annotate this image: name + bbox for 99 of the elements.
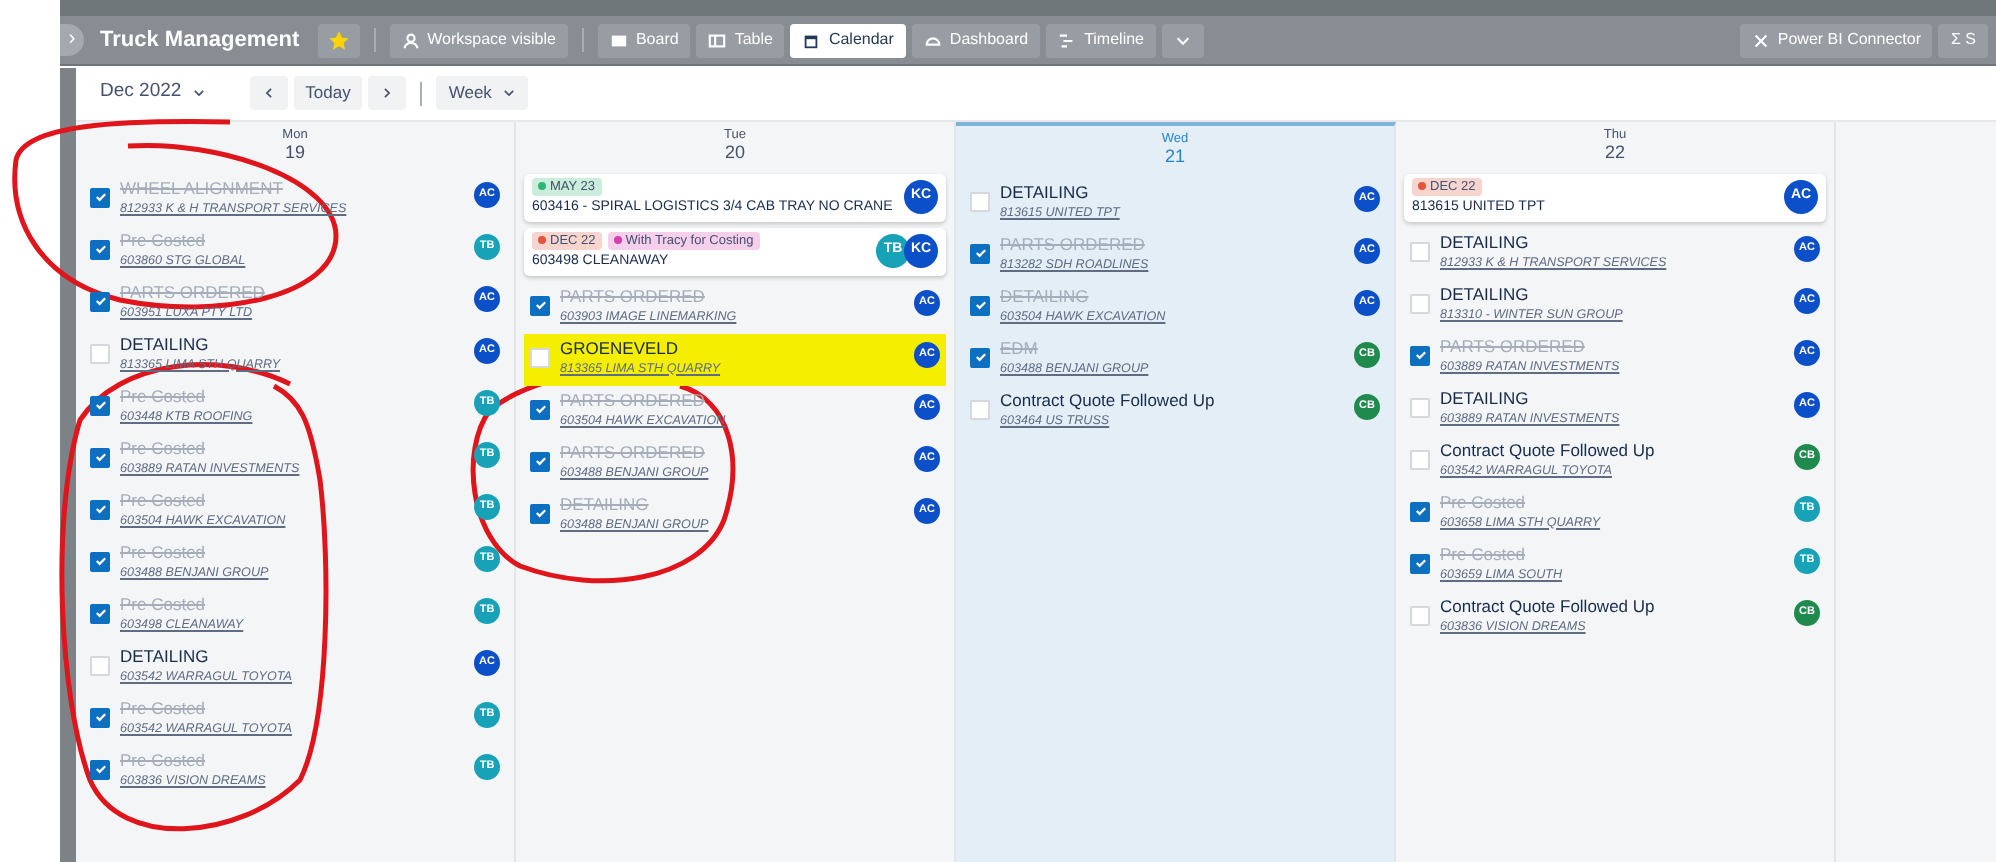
check-icon	[93, 190, 107, 205]
board-icon	[609, 31, 628, 49]
task-title: DETAILING	[560, 493, 649, 516]
view-tab[interactable]: Timeline	[1046, 23, 1156, 57]
check-icon	[533, 454, 547, 469]
chevron-right-icon	[380, 86, 395, 100]
month-dropdown[interactable]: Dec 2022	[88, 76, 218, 110]
checkbox[interactable]	[530, 295, 550, 316]
checkbox[interactable]	[1410, 501, 1430, 522]
task-title: Contract Quote Followed Up	[1440, 595, 1655, 618]
gauge-icon	[923, 31, 942, 49]
checkbox[interactable]	[90, 707, 110, 728]
checkbox[interactable]	[90, 603, 110, 624]
checkbox[interactable]	[970, 347, 990, 368]
calendar-icon	[802, 31, 821, 49]
chevron-down-icon	[501, 86, 516, 100]
board-title: Truck Management	[100, 25, 300, 56]
task-title: Pre Costed	[120, 489, 206, 512]
check-icon	[1413, 504, 1427, 519]
check-icon	[1413, 556, 1427, 571]
view-tab[interactable]: Calendar	[790, 23, 906, 57]
check-icon	[1413, 348, 1427, 363]
connector-icon	[1751, 31, 1770, 49]
task-title: PARTS ORDERED	[560, 441, 705, 464]
task-title: EDM	[1000, 337, 1038, 360]
chevron-left-icon	[261, 86, 276, 100]
date-label: 19	[284, 142, 305, 164]
task-title: Pre Costed	[1440, 543, 1526, 566]
task-title: DETAILING	[120, 333, 209, 356]
check-icon	[533, 506, 547, 521]
task-title: Pre Costed	[120, 593, 206, 616]
checkbox[interactable]	[530, 451, 550, 472]
task-title: DETAILING	[1440, 283, 1529, 306]
checkbox[interactable]	[970, 295, 990, 316]
task-title: GROENEVELD	[560, 337, 679, 360]
checkbox[interactable]	[90, 291, 110, 312]
checkbox[interactable]	[530, 399, 550, 420]
timeline-icon	[1058, 31, 1077, 49]
task-title: DETAILING	[1000, 285, 1089, 308]
view-tab[interactable]: Board	[597, 23, 691, 57]
task-title: DETAILING	[120, 645, 209, 668]
today-button[interactable]: Today	[293, 76, 363, 110]
task-title: Contract Quote Followed Up	[1000, 389, 1215, 412]
star-icon	[329, 31, 348, 49]
check-icon	[93, 554, 107, 569]
checkbox[interactable]	[90, 499, 110, 520]
checkbox[interactable]	[90, 551, 110, 572]
date-label: 21	[1164, 146, 1185, 168]
task-title: Pre Costed	[120, 697, 206, 720]
task-title: WHEEL ALIGNMENT	[120, 177, 283, 200]
check-icon	[93, 398, 107, 413]
task-title: Pre Costed	[120, 229, 206, 252]
more-views-button[interactable]	[1162, 23, 1204, 57]
workspace-visibility-button[interactable]: Workspace visible	[389, 23, 568, 57]
view-tab[interactable]: Dashboard	[911, 23, 1041, 57]
task-title: DETAILING	[1440, 231, 1529, 254]
check-icon	[93, 606, 107, 621]
task-title: PARTS ORDERED	[120, 281, 265, 304]
check-icon	[93, 502, 107, 517]
toolbar-button[interactable]: Σ S	[1938, 23, 1988, 57]
checkbox[interactable]	[970, 243, 990, 264]
table-icon	[708, 31, 727, 49]
checkbox[interactable]	[90, 759, 110, 780]
task-title: Pre Costed	[1440, 491, 1526, 514]
checkbox[interactable]	[90, 187, 110, 208]
task-title: Pre Costed	[120, 385, 206, 408]
task-title: DETAILING	[1440, 387, 1529, 410]
view-tab[interactable]: Table	[696, 23, 785, 57]
checkbox[interactable]	[1410, 345, 1430, 366]
date-label: 20	[724, 142, 745, 164]
checkbox[interactable]	[90, 447, 110, 468]
task-title: Pre Costed	[120, 749, 206, 772]
check-icon	[93, 242, 107, 257]
date-label: 22	[1604, 142, 1625, 164]
check-icon	[973, 350, 987, 365]
check-icon	[93, 710, 107, 725]
task-title: PARTS ORDERED	[1000, 233, 1145, 256]
task-title: PARTS ORDERED	[1440, 335, 1585, 358]
toolbar-button[interactable]: Power BI Connector	[1739, 23, 1933, 57]
check-icon	[533, 298, 547, 313]
view-dropdown[interactable]: Week	[436, 76, 528, 110]
person-icon	[401, 31, 420, 49]
chevron-down-icon	[191, 86, 206, 100]
task-title: PARTS ORDERED	[560, 285, 705, 308]
task-title: Contract Quote Followed Up	[1440, 439, 1655, 462]
checkbox[interactable]	[90, 395, 110, 416]
check-icon	[93, 450, 107, 465]
check-icon	[93, 762, 107, 777]
checkbox[interactable]	[90, 239, 110, 260]
check-icon	[93, 294, 107, 309]
task-title: DETAILING	[1000, 181, 1089, 204]
check-icon	[973, 298, 987, 313]
checkbox[interactable]	[530, 503, 550, 524]
check-icon	[533, 402, 547, 417]
check-icon	[973, 246, 987, 261]
task-title: PARTS ORDERED	[560, 389, 705, 412]
task-title: Pre Costed	[120, 541, 206, 564]
task-title: Pre Costed	[120, 437, 206, 460]
checkbox[interactable]	[1410, 553, 1430, 574]
